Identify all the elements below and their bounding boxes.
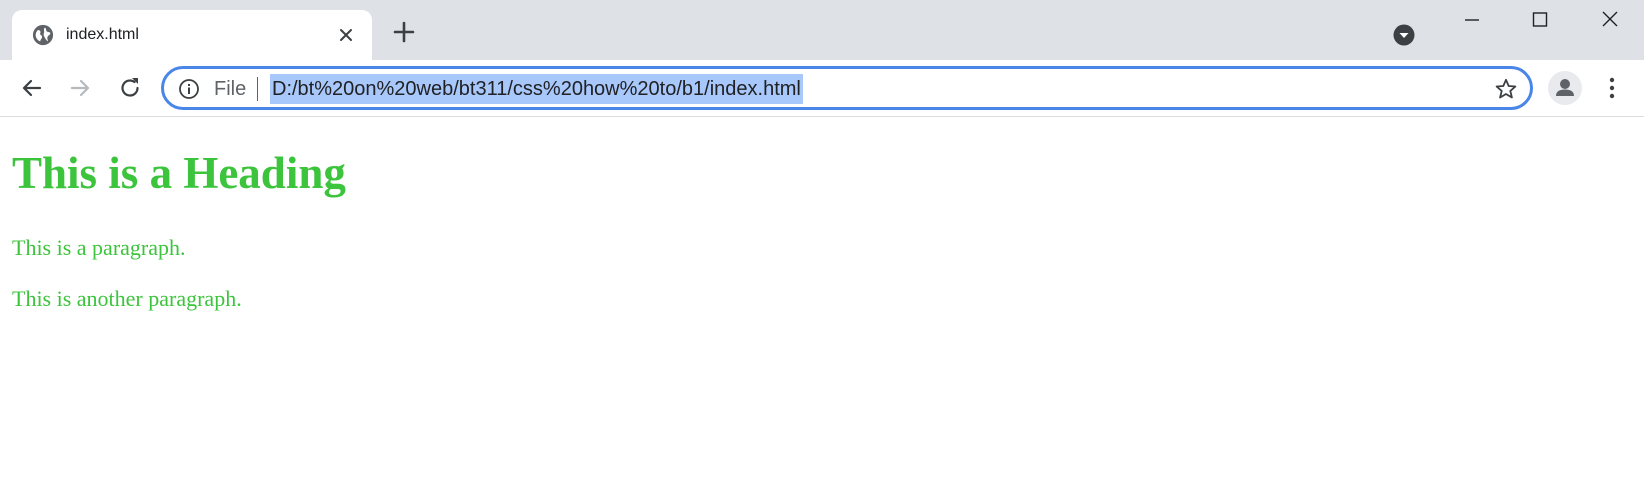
reload-icon[interactable] (116, 74, 144, 102)
maximize-icon[interactable] (1520, 8, 1560, 32)
tab-strip: index.html (0, 0, 1644, 60)
plus-icon[interactable] (392, 20, 416, 44)
close-window-icon[interactable] (1590, 8, 1630, 32)
chevron-down-circle-icon[interactable] (1393, 24, 1415, 46)
person-icon (1556, 79, 1574, 96)
profile-button[interactable] (1548, 71, 1582, 105)
browser-window: index.html File D:/bt%20on%20web/bt311/c… (0, 0, 1644, 499)
page-content: This is a Heading This is a paragraph. T… (0, 117, 1644, 499)
tab-title: index.html (66, 26, 139, 43)
address-bar[interactable]: File D:/bt%20on%20web/bt311/css%20how%20… (161, 66, 1533, 110)
paragraph: This is another paragraph. (12, 286, 242, 311)
browser-toolbar: File D:/bt%20on%20web/bt311/css%20how%20… (0, 60, 1644, 117)
globe-icon (32, 24, 54, 46)
close-icon[interactable] (336, 25, 356, 45)
url-divider (257, 77, 258, 101)
arrow-right-icon[interactable] (66, 74, 94, 102)
page-heading: This is a Heading (12, 148, 346, 198)
info-icon[interactable] (178, 78, 200, 100)
paragraph: This is a paragraph. (12, 235, 186, 260)
arrow-left-icon[interactable] (18, 74, 46, 102)
star-icon[interactable] (1494, 77, 1518, 101)
url-scheme-label: File (214, 78, 247, 100)
minimize-icon[interactable] (1452, 8, 1492, 32)
more-vertical-icon[interactable] (1600, 74, 1624, 102)
tab-index-html[interactable]: index.html (12, 10, 372, 60)
url-text[interactable]: D:/bt%20on%20web/bt311/css%20how%20to/b1… (270, 74, 803, 104)
